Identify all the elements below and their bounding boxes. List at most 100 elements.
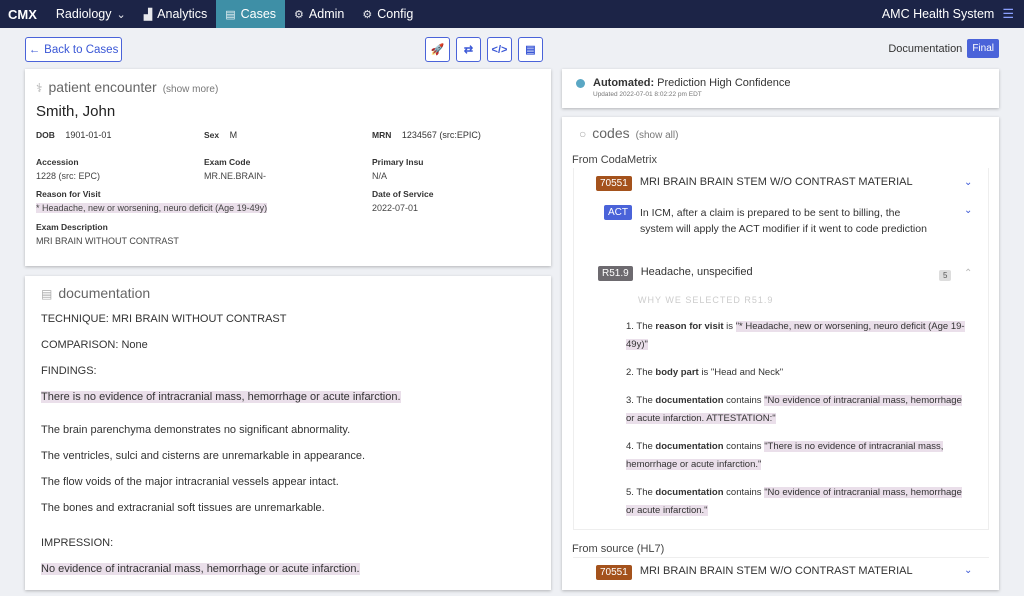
encounter-title: patient encounter [48, 79, 157, 95]
reason-pre: The [636, 367, 653, 378]
mrn-value: 1234567 (src:EPIC) [401, 130, 481, 140]
documentation-label: Documentation [888, 42, 963, 55]
code-button[interactable]: </> [487, 37, 512, 62]
encounter-panel: ⚕ patient encounter (show more) Smith, J… [25, 69, 551, 266]
code-item-r51-9[interactable]: R51.9 Headache, unspecified [598, 266, 753, 281]
reason-num: 1. [626, 321, 634, 332]
code-badge: 70551 [596, 565, 632, 580]
reason-pre: The [636, 321, 653, 332]
code-badge: ACT [604, 205, 632, 220]
reason-field: Reason for Visit * Headache, new or wors… [36, 189, 372, 213]
primary-insu-label: Primary Insu [372, 157, 424, 167]
gear-icon: ⚙ [294, 8, 304, 21]
code-item-70551[interactable]: 70551 MRI BRAIN BRAIN STEM W/O CONTRAST … [596, 176, 913, 191]
chevron-down-icon[interactable]: ⌄ [964, 565, 972, 576]
documentation-panel: ▤ documentation TECHNIQUE: MRI BRAIN WIT… [25, 276, 551, 590]
dob-value: 1901-01-01 [65, 130, 112, 140]
reason-item: 3. The documentation contains "No eviden… [626, 392, 970, 428]
rocket-icon: 🚀 [430, 44, 445, 56]
exam-desc-label: Exam Description [36, 222, 108, 232]
reason-mid: contains [726, 487, 762, 498]
sex-field: Sex M [204, 130, 372, 140]
status-dot-icon [576, 78, 585, 88]
back-to-cases-button[interactable]: ← Back to Cases [25, 37, 122, 62]
nav-analytics[interactable]: ▟ Analytics [135, 0, 217, 28]
top-nav: CMX Radiology ⌄ ▟ Analytics ▤ Cases ⚙ Ad… [0, 0, 1024, 28]
org-name: AMC Health System [881, 7, 995, 21]
doc-line: TECHNIQUE: MRI BRAIN WITHOUT CONTRAST [41, 313, 287, 325]
reason-quote: "Head and Neck" [710, 367, 784, 378]
prediction-panel: Automated: Prediction High Confidence Up… [562, 69, 999, 108]
reason-item: 1. The reason for visit is "* Headache, … [626, 318, 970, 354]
visit-row: Reason for Visit * Headache, new or wors… [36, 189, 540, 213]
nav-radiology[interactable]: Radiology ⌄ [47, 0, 135, 28]
stethoscope-icon: ⚕ [36, 81, 43, 95]
status-badge[interactable]: Final [967, 39, 999, 58]
reason-key: documentation [655, 441, 724, 452]
reason-pre: The [636, 487, 653, 498]
nav-config-label: Config [377, 7, 414, 21]
documentation-title-row: ▤ documentation [41, 285, 535, 301]
document-icon: ▤ [525, 44, 536, 56]
dos-label: Date of Service [372, 189, 434, 199]
reason-key: documentation [655, 395, 724, 406]
source-code-item-70551[interactable]: 70551 MRI BRAIN BRAIN STEM W/O CONTRAST … [596, 565, 913, 580]
toolbar: ← Back to Cases 🚀 ⇄ </> ▤ Documentation … [25, 37, 999, 63]
codes-title-row: ○ codes (show all) [579, 125, 678, 141]
brand-logo[interactable]: CMX [0, 7, 47, 22]
show-all-link[interactable]: (show all) [636, 130, 679, 141]
doc-line: FINDINGS: [41, 365, 97, 377]
show-more-link[interactable]: (show more) [163, 84, 219, 95]
exam-row: Accession 1228 (src: EPC) Exam Code MR.N… [36, 157, 540, 181]
nav-cases[interactable]: ▤ Cases [216, 0, 286, 28]
accession-value: 1228 (src: EPC) [36, 171, 101, 181]
tool-buttons: 🚀 ⇄ </> ▤ [425, 37, 543, 62]
chevron-down-icon: ⌄ [116, 8, 126, 21]
transfer-button[interactable]: ⇄ [456, 37, 481, 62]
reason-num: 3. [626, 395, 634, 406]
count-badge: 5 [939, 270, 952, 281]
code-description: In ICM, after a claim is prepared to be … [640, 207, 927, 235]
nav-radiology-label: Radiology [55, 7, 112, 21]
cogs-icon: ⚙ [362, 8, 373, 21]
dob-field: DOB 1901-01-01 [36, 130, 204, 140]
code-description: Headache, unspecified [640, 266, 753, 278]
chevron-down-icon[interactable]: ⌄ [964, 177, 972, 188]
reason-mid: contains [726, 395, 762, 406]
document-icon: ▤ [41, 287, 53, 301]
menu-icon[interactable]: ☰ [1002, 6, 1014, 22]
exam-code-value: MR.NE.BRAIN- [204, 171, 267, 181]
rocket-button[interactable]: 🚀 [425, 37, 450, 62]
dos-field: Date of Service 2022-07-01 [372, 189, 540, 213]
exam-code-field: Exam Code MR.NE.BRAIN- [204, 157, 372, 181]
why-selected-heading: WHY WE SELECTED R51.9 [638, 295, 774, 305]
prediction-status: Automated: Prediction High Confidence [576, 77, 985, 89]
exam-code-label: Exam Code [204, 157, 251, 167]
exam-desc-field: Exam Description MRI BRAIN WITHOUT CONTR… [36, 222, 540, 246]
list-icon: ▤ [225, 8, 236, 21]
reason-key: body part [655, 367, 699, 378]
code-badge: 70551 [596, 176, 632, 191]
doc-line-highlighted: No evidence of intracranial mass, hemorr… [41, 563, 360, 575]
document-button[interactable]: ▤ [518, 37, 543, 62]
chevron-up-icon[interactable]: ⌃ [964, 268, 972, 279]
reason-mid: contains [726, 441, 762, 452]
reason-item: 2. The body part is "Head and Neck" [626, 364, 970, 382]
accession-label: Accession [36, 157, 79, 167]
doc-line: The ventricles, sulci and cisterns are u… [41, 450, 366, 462]
reason-label: Reason for Visit [36, 189, 101, 199]
code-item-act[interactable]: ACT In ICM, after a claim is prepared to… [604, 205, 944, 237]
nav-admin[interactable]: ⚙ Admin [285, 0, 353, 28]
mrn-label: MRN [372, 130, 392, 140]
nav-cases-label: Cases [240, 7, 277, 21]
prediction-label-bold: Automated: [593, 77, 655, 89]
arrow-left-icon: ← [28, 43, 41, 56]
reason-key: documentation [655, 487, 724, 498]
nav-config[interactable]: ⚙ Config [353, 0, 422, 28]
primary-insu-value: N/A [372, 171, 388, 181]
sex-label: Sex [204, 130, 220, 140]
nav-org[interactable]: AMC Health System ☰ [882, 6, 1024, 22]
reason-item: 4. The documentation contains "There is … [626, 438, 970, 474]
chevron-down-icon[interactable]: ⌄ [964, 205, 972, 216]
nav-analytics-label: Analytics [157, 7, 208, 21]
